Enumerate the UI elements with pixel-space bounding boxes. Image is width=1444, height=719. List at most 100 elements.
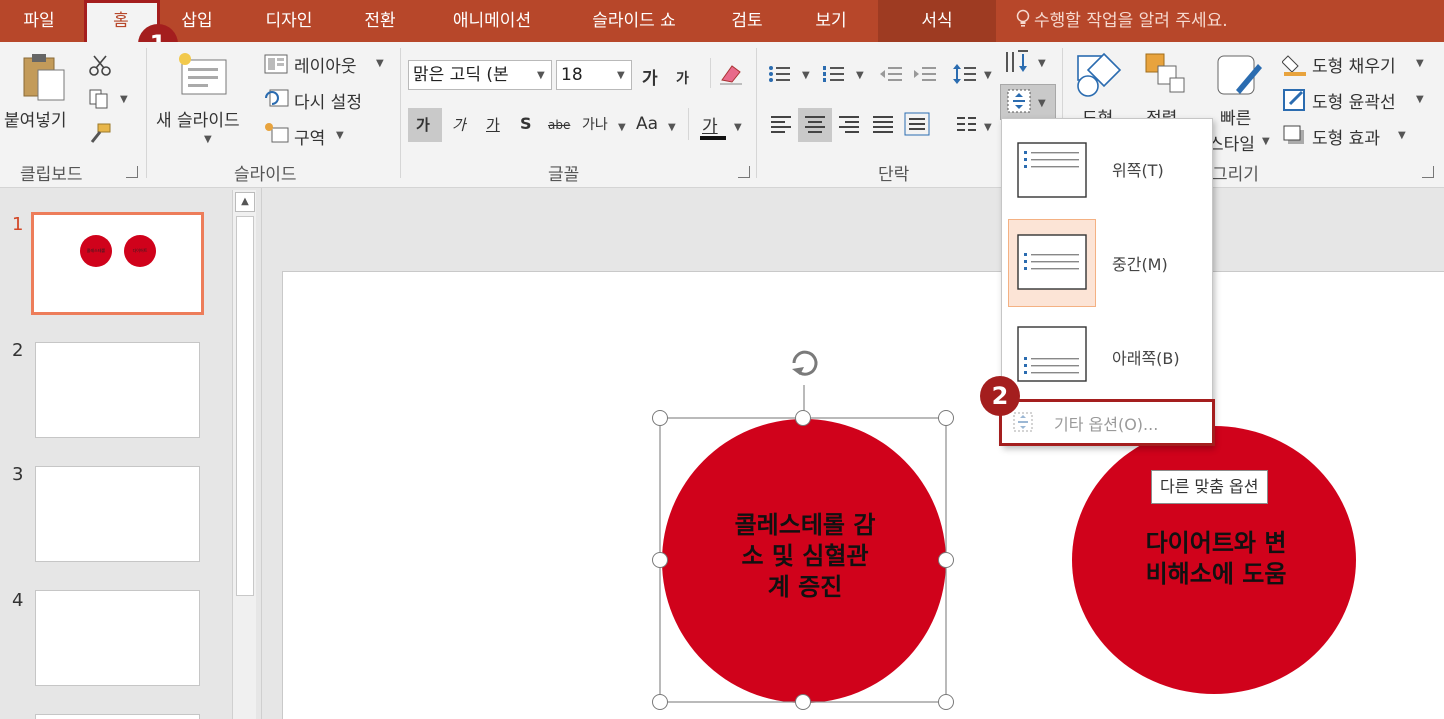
char-spacing-caret[interactable]: ▼ <box>618 122 626 133</box>
line-spacing-caret[interactable]: ▼ <box>984 70 992 81</box>
columns-caret[interactable]: ▼ <box>984 122 992 133</box>
reset-icon[interactable] <box>264 88 290 108</box>
quick-styles-label-2[interactable]: 스타일 <box>1208 130 1255 155</box>
copy-icon[interactable] <box>88 88 110 110</box>
shape-1-text[interactable]: 콜레스테롤 감 소 및 심혈관 계 증진 <box>700 510 910 603</box>
layout-label[interactable]: 레이아웃 <box>294 52 357 77</box>
thumb-slide-2[interactable] <box>35 342 200 438</box>
shrink-font-button[interactable]: 가 <box>676 68 689 88</box>
shape-fill-icon[interactable] <box>1282 52 1308 76</box>
layout-caret[interactable]: ▼ <box>376 58 384 69</box>
align-bottom-label[interactable]: 아래쪽(B) <box>1112 345 1180 369</box>
thumb-slide-1[interactable]: 콜레스테롤 다이어트 <box>31 212 204 315</box>
quick-styles-caret[interactable]: ▼ <box>1262 136 1270 147</box>
layout-icon[interactable] <box>264 54 288 74</box>
resize-handle-se[interactable] <box>938 694 954 710</box>
font-name-combobox[interactable]: 맑은 고딕 (본 <box>408 60 552 90</box>
section-label[interactable]: 구역 <box>294 124 325 149</box>
shape-outline-icon[interactable] <box>1282 88 1308 112</box>
tab-format[interactable]: 서식 <box>878 0 996 42</box>
clipboard-launcher-icon[interactable] <box>126 166 138 178</box>
quick-styles-label-1[interactable]: 빠른 <box>1220 104 1251 129</box>
text-direction-caret[interactable]: ▼ <box>1038 58 1046 69</box>
font-name-caret[interactable]: ▼ <box>537 70 545 81</box>
char-spacing-button[interactable]: 가나 <box>582 114 608 134</box>
resize-handle-e[interactable] <box>938 552 954 568</box>
resize-handle-ne[interactable] <box>938 410 954 426</box>
distributed-icon[interactable] <box>904 112 930 136</box>
resize-handle-sw[interactable] <box>652 694 668 710</box>
new-slide-label[interactable]: 새 슬라이드 <box>156 106 240 131</box>
thumb-slide-3[interactable] <box>35 466 200 562</box>
tab-file[interactable]: 파일 <box>8 0 70 42</box>
shape-2-text[interactable]: 다이어트와 변 비해소에 도움 <box>1104 528 1328 590</box>
resize-handle-nw[interactable] <box>652 410 668 426</box>
shape-outline-label[interactable]: 도형 윤곽선 <box>1312 88 1396 113</box>
bullets-icon[interactable] <box>768 64 792 84</box>
shape-effects-label[interactable]: 도형 효과 <box>1312 124 1380 149</box>
strikethrough-button[interactable]: abe <box>548 118 570 132</box>
font-color-caret[interactable]: ▼ <box>734 122 742 133</box>
text-direction-icon[interactable] <box>1004 48 1032 76</box>
shapes-icon[interactable] <box>1074 48 1124 102</box>
decrease-indent-icon[interactable] <box>878 64 904 84</box>
increase-indent-icon[interactable] <box>912 64 938 84</box>
align-left-icon[interactable] <box>770 114 792 134</box>
bullets-caret[interactable]: ▼ <box>802 70 810 81</box>
underline-button[interactable]: 가 <box>486 114 500 135</box>
thumbnails-scrollbar[interactable]: ▲ <box>232 190 256 719</box>
italic-button[interactable]: 가 <box>452 114 466 135</box>
scroll-thumb[interactable] <box>236 216 254 596</box>
align-center-icon[interactable] <box>804 114 826 134</box>
resize-handle-s[interactable] <box>795 694 811 710</box>
drawing-launcher-icon[interactable] <box>1422 166 1434 178</box>
align-top-label[interactable]: 위쪽(T) <box>1112 157 1164 181</box>
align-bottom-item[interactable] <box>1008 315 1096 403</box>
thumb-slide-4[interactable] <box>35 590 200 686</box>
scroll-up-arrow-icon[interactable]: ▲ <box>235 192 255 212</box>
numbering-icon[interactable] <box>822 64 846 84</box>
font-color-button[interactable]: 가 <box>702 112 718 137</box>
change-case-button[interactable]: Aa <box>636 114 658 134</box>
justify-icon[interactable] <box>872 114 894 134</box>
section-icon[interactable] <box>264 122 290 144</box>
new-slide-icon[interactable] <box>176 50 232 100</box>
columns-icon[interactable] <box>956 114 978 134</box>
numbering-caret[interactable]: ▼ <box>856 70 864 81</box>
tab-slideshow[interactable]: 슬라이드 쇼 <box>570 0 698 42</box>
tell-me-search[interactable]: 수행할 작업을 알려 주세요. <box>1016 0 1228 42</box>
shadow-button[interactable]: S <box>520 114 532 133</box>
section-caret[interactable]: ▼ <box>336 130 344 141</box>
bold-button[interactable]: 가 <box>416 114 430 135</box>
grow-font-button[interactable]: 가 <box>642 64 658 89</box>
align-right-icon[interactable] <box>838 114 860 134</box>
align-middle-label[interactable]: 중간(M) <box>1112 251 1168 275</box>
thumb-slide-5-partial[interactable] <box>35 714 200 719</box>
format-painter-icon[interactable] <box>88 122 112 144</box>
align-middle-item[interactable] <box>1008 219 1096 307</box>
paste-label[interactable]: 붙여넣기 <box>4 106 67 131</box>
resize-handle-w[interactable] <box>652 552 668 568</box>
quick-styles-icon[interactable] <box>1212 50 1266 102</box>
tab-review[interactable]: 검토 <box>712 0 782 42</box>
tab-animations[interactable]: 애니메이션 <box>428 0 556 42</box>
paste-icon[interactable] <box>18 52 70 104</box>
align-top-item[interactable] <box>1008 127 1096 215</box>
arrange-icon[interactable] <box>1142 50 1188 100</box>
copy-dropdown-caret[interactable]: ▼ <box>120 94 128 105</box>
new-slide-caret[interactable]: ▼ <box>204 134 212 145</box>
tab-design[interactable]: 디자인 <box>244 0 334 42</box>
shape-effects-icon[interactable] <box>1282 124 1308 146</box>
resize-handle-n[interactable] <box>795 410 811 426</box>
shape-fill-caret[interactable]: ▼ <box>1416 58 1424 69</box>
cut-icon[interactable] <box>88 54 112 76</box>
rotate-handle-icon[interactable] <box>792 350 818 376</box>
font-launcher-icon[interactable] <box>738 166 750 178</box>
clear-formatting-icon[interactable] <box>718 62 744 86</box>
font-size-caret[interactable]: ▼ <box>617 70 625 81</box>
reset-label[interactable]: 다시 설정 <box>294 88 362 113</box>
shape-fill-label[interactable]: 도형 채우기 <box>1312 52 1396 77</box>
tab-transitions[interactable]: 전환 <box>348 0 412 42</box>
shape-outline-caret[interactable]: ▼ <box>1416 94 1424 105</box>
shape-effects-caret[interactable]: ▼ <box>1398 130 1406 141</box>
